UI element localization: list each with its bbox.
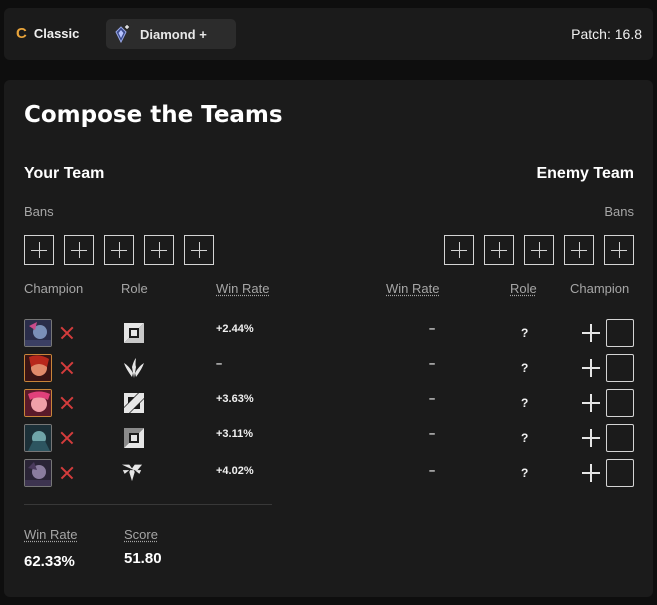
your-ban-add-button[interactable] [104, 235, 134, 265]
enemy-champion-slot[interactable] [606, 424, 634, 452]
enemy-win-rate: – [429, 358, 436, 370]
champion-portrait[interactable] [24, 354, 52, 382]
mode-label: Classic [33, 26, 80, 41]
remove-champion-icon[interactable] [60, 466, 74, 480]
enemy-role-unknown[interactable]: ? [521, 326, 528, 340]
champion-portrait[interactable] [24, 389, 52, 417]
enemy-ban-add-button[interactable] [604, 235, 634, 265]
your-ban-add-button[interactable] [24, 235, 54, 265]
patch-version: Patch: 16.8 [571, 26, 642, 42]
your-ban-add-button[interactable] [144, 235, 174, 265]
mid-role-icon[interactable] [123, 392, 145, 414]
team-score-value: 51.80 [124, 550, 162, 567]
remove-champion-icon[interactable] [60, 361, 74, 375]
add-enemy-champion-icon[interactable] [582, 324, 600, 342]
page-title: Compose the Teams [24, 102, 283, 128]
enemy-role-unknown[interactable]: ? [521, 361, 528, 375]
enemy-champion-slot[interactable] [606, 459, 634, 487]
mode-selector[interactable]: C Classic [16, 26, 79, 41]
your-champion-header: Champion [24, 281, 84, 296]
add-enemy-champion-icon[interactable] [582, 464, 600, 482]
compose-panel: Compose the Teams Your Team Enemy Team B… [4, 80, 653, 597]
your-ban-add-button[interactable] [184, 235, 214, 265]
rank-label: Diamond + [140, 26, 207, 42]
remove-champion-icon[interactable] [60, 396, 74, 410]
enemy-ban-add-button[interactable] [444, 235, 474, 265]
team-score-label[interactable]: Score [124, 527, 158, 542]
enemy-bans-label: Bans [604, 204, 634, 219]
add-enemy-champion-icon[interactable] [582, 394, 600, 412]
bottom-role-icon[interactable] [123, 427, 145, 449]
your-bans-label: Bans [24, 204, 54, 219]
remove-champion-icon[interactable] [60, 326, 74, 340]
rank-selector[interactable]: Diamond + [106, 19, 236, 49]
win-rate-delta: +4.02% [216, 465, 254, 477]
champion-portrait[interactable] [24, 424, 52, 452]
enemy-champion-slot[interactable] [606, 354, 634, 382]
jungle-role-icon[interactable] [123, 357, 145, 379]
support-role-icon[interactable] [121, 461, 143, 483]
enemy-champion-header: Champion [570, 281, 630, 296]
classic-mode-icon: C [16, 25, 27, 42]
remove-champion-icon[interactable] [60, 431, 74, 445]
enemy-win-rate: – [429, 323, 436, 335]
enemy-role-unknown[interactable]: ? [521, 396, 528, 410]
enemy-role-unknown[interactable]: ? [521, 431, 528, 445]
your-role-header: Role [121, 281, 148, 296]
team-win-rate-label[interactable]: Win Rate [24, 527, 77, 542]
top-bar: C Classic Diamond + Patch: 16.8 [4, 8, 653, 60]
team-win-rate-value: 62.33% [24, 553, 75, 570]
enemy-win-rate: – [429, 428, 436, 440]
enemy-ban-add-button[interactable] [524, 235, 554, 265]
enemy-ban-add-button[interactable] [564, 235, 594, 265]
enemy-role-unknown[interactable]: ? [521, 466, 528, 480]
enemy-win-rate: – [429, 393, 436, 405]
your-ban-add-button[interactable] [64, 235, 94, 265]
champion-portrait[interactable] [24, 459, 52, 487]
win-rate-delta: – [216, 358, 223, 370]
add-enemy-champion-icon[interactable] [582, 429, 600, 447]
your-win-rate-header[interactable]: Win Rate [216, 281, 269, 296]
enemy-role-header[interactable]: Role [510, 281, 537, 296]
enemy-win-rate: – [429, 465, 436, 477]
win-rate-delta: +3.11% [216, 428, 254, 440]
win-rate-delta: +3.63% [216, 393, 254, 405]
diamond-rank-icon [115, 25, 129, 44]
win-rate-delta: +2.44% [216, 323, 254, 335]
champion-portrait[interactable] [24, 319, 52, 347]
enemy-ban-add-button[interactable] [484, 235, 514, 265]
summary-divider [24, 504, 272, 505]
top-role-icon[interactable] [123, 322, 145, 344]
enemy-win-rate-header[interactable]: Win Rate [386, 281, 439, 296]
enemy-team-heading: Enemy Team [536, 165, 634, 182]
your-team-heading: Your Team [24, 165, 105, 182]
enemy-champion-slot[interactable] [606, 389, 634, 417]
enemy-champion-slot[interactable] [606, 319, 634, 347]
add-enemy-champion-icon[interactable] [582, 359, 600, 377]
